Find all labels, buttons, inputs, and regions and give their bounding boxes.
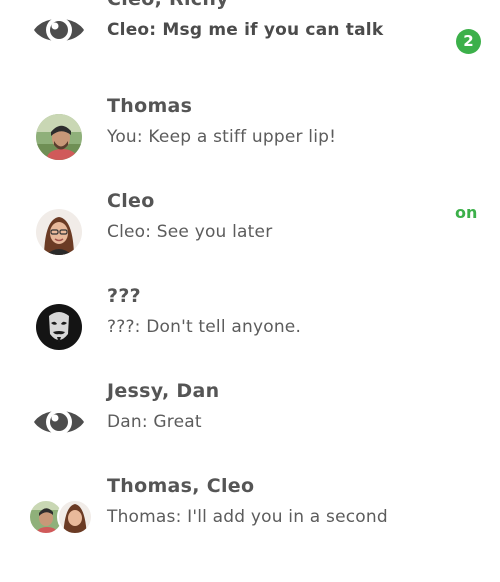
conversation-item[interactable]: Cleo Cleo: See you later on <box>0 190 500 297</box>
avatar-thomas <box>36 114 82 160</box>
conversation-name: Cleo, Richy <box>107 0 229 10</box>
conversation-preview: Cleo: See you later <box>107 222 273 242</box>
conversation-item[interactable]: ??? ???: Don't tell anyone. <box>0 285 500 392</box>
online-status: on <box>455 203 478 222</box>
eye-icon <box>32 7 86 53</box>
avatar-cleo <box>36 209 82 255</box>
conversation-item[interactable]: Jessy, Dan Dan: Great <box>0 380 500 487</box>
conversation-name: ??? <box>107 285 141 307</box>
conversation-item[interactable]: Thomas You: Keep a stiff upper lip! <box>0 95 500 202</box>
conversation-preview: Cleo: Msg me if you can talk <box>107 20 384 40</box>
conversation-name: Thomas, Cleo <box>107 475 255 497</box>
conversation-preview: You: Keep a stiff upper lip! <box>107 127 337 147</box>
conversation-preview: Thomas: I'll add you in a second <box>107 507 388 527</box>
unread-badge: 2 <box>456 29 481 54</box>
conversation-list: Cleo, Richy Cleo: Msg me if you can talk… <box>0 0 500 570</box>
avatar-group <box>28 494 94 540</box>
conversation-name: Cleo <box>107 190 155 212</box>
conversation-preview: Dan: Great <box>107 412 202 432</box>
conversation-item[interactable]: Thomas, Cleo Thomas: I'll add you in a s… <box>0 475 500 582</box>
conversation-preview: ???: Don't tell anyone. <box>107 317 302 337</box>
conversation-name: Thomas <box>107 95 193 117</box>
conversation-item[interactable]: Cleo, Richy Cleo: Msg me if you can talk… <box>0 0 500 95</box>
avatar-mask <box>36 304 82 350</box>
eye-icon <box>32 399 86 445</box>
conversation-name: Jessy, Dan <box>107 380 220 402</box>
